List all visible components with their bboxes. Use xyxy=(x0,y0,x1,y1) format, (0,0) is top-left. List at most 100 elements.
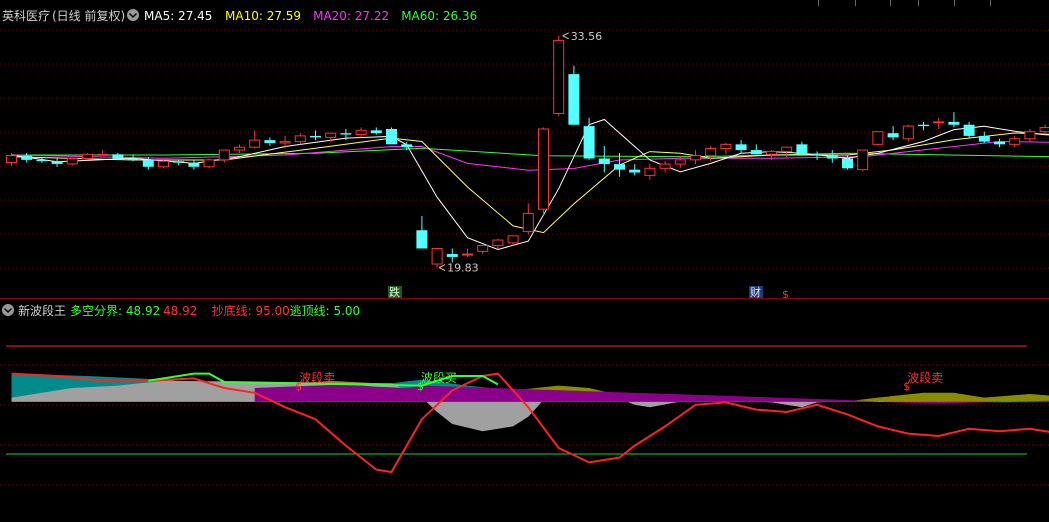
candle-body xyxy=(386,128,397,145)
candle xyxy=(750,144,762,155)
candle-body xyxy=(720,143,732,150)
candle xyxy=(477,245,489,255)
candle-body xyxy=(82,153,93,160)
candle-body xyxy=(705,148,717,157)
candle xyxy=(1009,135,1021,148)
candle-body xyxy=(249,139,261,148)
candle-body xyxy=(583,126,595,159)
candle-body xyxy=(1039,126,1049,133)
candle-body xyxy=(203,159,215,168)
candle xyxy=(370,127,382,135)
candle xyxy=(568,65,580,125)
top-toolbar[interactable] xyxy=(0,0,1049,6)
candle-body xyxy=(294,135,306,143)
high-arrow-icon xyxy=(562,32,569,40)
candle-body xyxy=(781,146,793,152)
indicator-legend-item: : 48.92 xyxy=(155,304,197,318)
candle-body xyxy=(948,121,960,125)
candle xyxy=(811,151,823,160)
indicator-legend: 多空分界: 48.92: 48.92 抄底线: 95.00 逃顶线: 5.00 xyxy=(70,303,360,318)
candle-body xyxy=(629,169,641,173)
signal-label: 波段买 xyxy=(421,370,457,385)
price-header: 英科医疗 (日线 前复权) MA5: 27.45 MA10: 27.59 MA20:… xyxy=(2,8,477,23)
candle-body xyxy=(97,153,109,156)
candle xyxy=(492,238,504,249)
candle-body xyxy=(66,158,78,165)
candlestick-series xyxy=(6,35,1049,268)
price-grid xyxy=(0,29,1049,269)
candle xyxy=(431,247,443,268)
collapse-icon[interactable] xyxy=(127,9,139,21)
candle-body xyxy=(857,149,869,171)
stock-title: 英科医疗 xyxy=(2,9,50,23)
candle-body xyxy=(446,254,458,257)
candle xyxy=(310,130,321,141)
candle-body xyxy=(796,144,808,155)
candle xyxy=(264,137,276,146)
ma-legend-item: MA60: 26.36 xyxy=(401,9,477,23)
candle-body xyxy=(21,155,33,160)
candle-body xyxy=(127,158,139,160)
candle-body xyxy=(355,129,367,136)
candle-body xyxy=(477,245,489,252)
signal-label: 波段卖 xyxy=(907,370,943,385)
candle-body xyxy=(750,150,762,155)
candle-body xyxy=(887,133,899,138)
chart-window: 33.56 19.83 跌财 $ $ 波段卖 $ 波段买 $ 波段卖 英科医疗 (日线 前复权)… xyxy=(0,0,1049,522)
candle-body xyxy=(1024,131,1036,140)
indicator-legend-item: 抄底线: 95.00 xyxy=(212,303,290,318)
candle xyxy=(1024,128,1036,142)
candle xyxy=(538,127,549,215)
candle xyxy=(386,127,397,145)
candle xyxy=(355,127,367,138)
candle-body xyxy=(872,131,884,145)
candle xyxy=(796,141,808,156)
ma-legend-item: MA20: 27.22 xyxy=(313,9,389,23)
signal: $波段卖 xyxy=(903,370,943,393)
signal-label: 波段卖 xyxy=(299,370,335,385)
candle-body xyxy=(933,121,945,124)
candle-body xyxy=(264,140,276,143)
candle-body xyxy=(568,74,580,125)
collapse-icon[interactable] xyxy=(2,304,14,316)
candle xyxy=(249,130,261,149)
candle xyxy=(21,152,33,163)
candle xyxy=(902,124,914,142)
candle xyxy=(294,133,306,145)
candle-body xyxy=(325,132,337,138)
candle-body xyxy=(644,167,656,176)
candle-body xyxy=(6,155,17,164)
candle xyxy=(872,131,884,146)
candle xyxy=(659,161,671,173)
candle-body xyxy=(401,144,413,148)
marker-s: $ xyxy=(782,288,789,301)
panel-divider xyxy=(0,298,1049,299)
candle xyxy=(462,248,473,257)
candle xyxy=(644,164,656,180)
candle xyxy=(66,158,78,166)
candle-body xyxy=(598,158,610,165)
candle-body xyxy=(826,155,838,159)
candle xyxy=(158,159,169,169)
candle-body xyxy=(538,128,549,210)
candle xyxy=(416,216,428,249)
candle-body xyxy=(522,212,534,233)
candle xyxy=(279,135,291,149)
candle xyxy=(948,112,960,128)
candle-body xyxy=(614,164,625,170)
indicator-title: 新波段王 xyxy=(18,303,66,318)
candle-body xyxy=(142,159,154,167)
candle xyxy=(629,164,641,176)
candle xyxy=(203,158,215,169)
candle xyxy=(933,117,945,129)
ma-legend: MA5: 27.45 MA10: 27.59 MA20: 27.22 MA60: 26… xyxy=(144,9,477,23)
candle-body xyxy=(994,141,1005,145)
candle-body xyxy=(690,155,701,161)
candle xyxy=(522,203,534,235)
candle-body xyxy=(659,163,671,169)
candle xyxy=(690,150,701,165)
candle-body xyxy=(234,146,245,151)
candle-body xyxy=(416,230,428,249)
candle-body xyxy=(370,130,382,134)
candle-body xyxy=(492,239,504,247)
